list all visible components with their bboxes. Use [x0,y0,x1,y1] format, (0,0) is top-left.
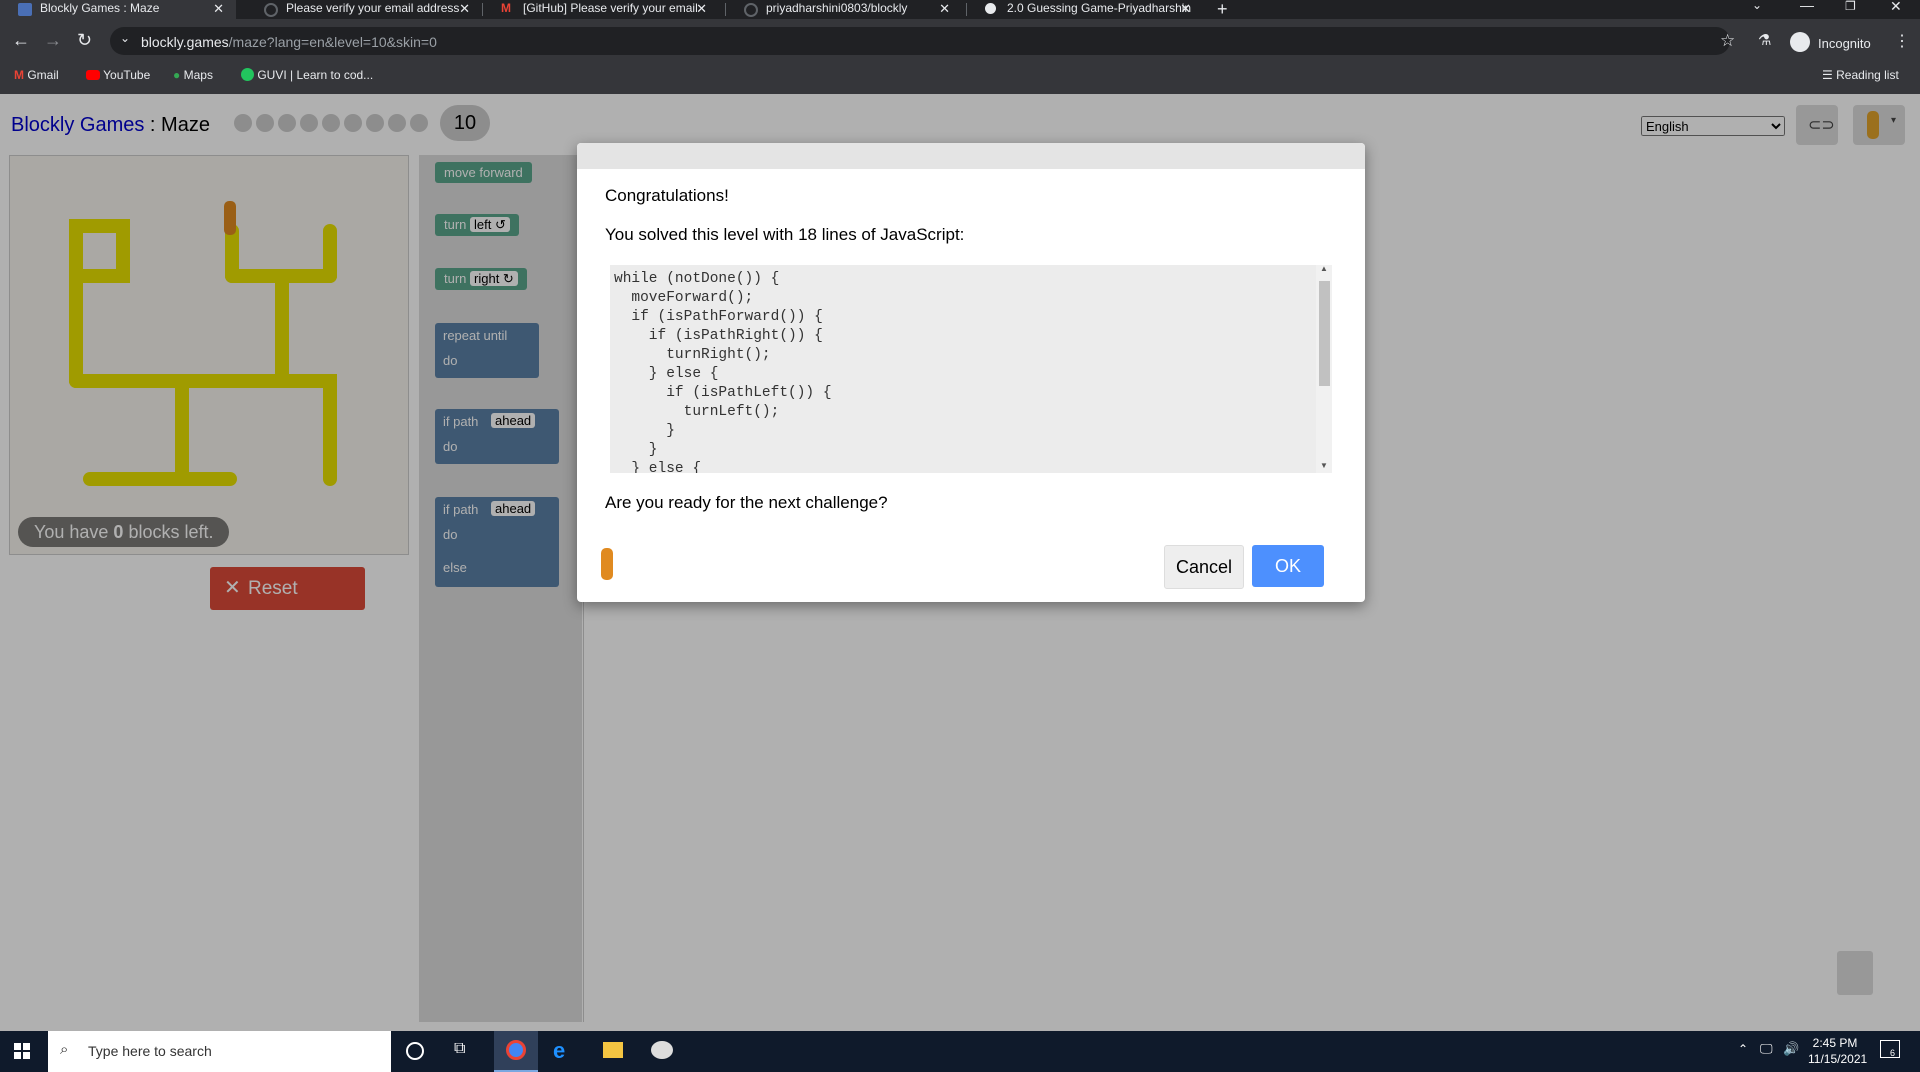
bookmark-guvi[interactable]: GUVI | Learn to cod... [241,68,373,82]
code-text: while (notDone()) { moveForward(); if (i… [614,270,832,473]
tab-github-repo[interactable]: priyadharshini0803/blockly ✕ [726,0,962,19]
forward-arrow-icon[interactable]: → [44,30,62,51]
github-favicon-icon [985,3,996,14]
tab-verify-email[interactable]: Please verify your email address ✕ [246,0,482,19]
code-line: turnLeft(); [614,404,780,420]
cortana-icon[interactable] [406,1042,424,1060]
close-tab-icon[interactable]: ✕ [696,0,707,17]
tab-github-verify[interactable]: M [GitHub] Please verify your email ✕ [483,0,719,19]
search-placeholder: Type here to search [88,1043,212,1059]
ok-button[interactable]: OK [1252,545,1324,587]
tab-title: Please verify your email address [286,1,460,15]
windows-start-icon[interactable] [14,1043,30,1059]
task-view-icon[interactable]: ⧉ [454,1040,465,1058]
code-line: if (isPathLeft()) { [614,385,832,401]
bookmark-youtube[interactable]: YouTube [86,68,150,82]
code-line: if (isPathRight()) { [614,328,823,344]
reading-list-icon: ☰ [1822,68,1833,82]
show-hidden-icons-chevron-icon[interactable]: ⌃ [1738,1042,1748,1056]
pegman-icon [601,548,613,580]
code-line: } [614,442,658,458]
scroll-up-arrow-icon[interactable]: ▲ [1320,265,1328,273]
url-host: blockly.games [141,34,229,50]
dialog-header [577,143,1365,169]
tab-blockly[interactable]: Blockly Games : Maze ✕ [0,0,236,19]
blockly-favicon-icon [18,3,32,16]
bookmark-label: YouTube [103,68,151,82]
code-scrollbar[interactable]: ▲ ▼ [1316,265,1332,473]
congrats-text: Congratulations! [605,186,729,205]
tab-guessing-game[interactable]: 2.0 Guessing Game-Priyadharshin ✕ [967,0,1203,19]
close-tab-icon[interactable]: ✕ [939,0,950,17]
close-tab-icon[interactable]: ✕ [1180,0,1191,17]
close-tab-icon[interactable]: ✕ [459,0,470,17]
loading-favicon-icon [744,3,758,17]
back-arrow-icon[interactable]: ← [12,30,30,51]
solved-summary-text: You solved this level with 18 lines of J… [605,225,965,244]
tab-title: Blockly Games : Maze [40,1,160,15]
url-path: /maze?lang=en&level=10&skin=0 [228,34,437,50]
new-tab-plus-icon[interactable]: + [1217,0,1228,20]
reading-list-button[interactable]: ☰ Reading list [1822,68,1899,82]
code-line: moveForward(); [614,290,754,306]
code-line: turnRight(); [614,347,771,363]
youtube-icon [86,70,100,80]
app-icon[interactable] [651,1041,673,1059]
bookmark-gmail[interactable]: M Gmail [14,68,59,82]
cancel-button[interactable]: Cancel [1164,545,1244,589]
code-line: while (notDone()) { [614,271,780,287]
clock-date: 11/15/2021 [1808,1052,1868,1066]
gmail-icon: M [14,68,24,82]
clock[interactable]: 2:45 PM 11/15/2021 [1808,1035,1868,1067]
close-tab-icon[interactable]: ✕ [213,0,224,17]
code-lines: while (notDone()) { moveForward(); if (i… [614,270,832,473]
notification-count: 6 [1890,1048,1896,1058]
gmail-favicon-icon: M [501,1,511,15]
bookmark-maps[interactable]: ● Maps [173,68,213,82]
edge-icon[interactable]: e [553,1038,565,1064]
tab-search-chevron-icon[interactable]: ⌄ [1752,0,1762,12]
bookmark-label: GUVI | Learn to cod... [257,68,374,82]
bookmark-label: Maps [183,68,213,82]
incognito-label[interactable]: Incognito [1818,36,1871,51]
search-icon: ⌕ [60,1041,69,1058]
labs-flask-icon[interactable]: ⚗ [1758,31,1771,49]
tab-title: 2.0 Guessing Game-Priyadharshin [1007,1,1192,15]
code-line: } else { [614,366,719,382]
taskbar-search-box[interactable]: ⌕ Type here to search [48,1031,391,1072]
minimize-icon[interactable]: — [1800,0,1814,13]
bookmark-label: Gmail [27,68,59,82]
next-challenge-question: Are you ready for the next challenge? [605,493,888,512]
tab-title: [GitHub] Please verify your email [523,1,698,15]
notifications-icon[interactable]: 6 [1880,1040,1900,1058]
taskbar-chrome[interactable] [494,1031,538,1072]
reload-icon[interactable]: ↻ [77,30,92,51]
incognito-avatar-icon[interactable] [1790,32,1810,52]
url-text[interactable]: blockly.games/maze?lang=en&level=10&skin… [141,34,437,50]
menu-kebab-icon[interactable]: ⋮ [1894,31,1910,51]
close-window-icon[interactable]: ✕ [1890,0,1902,15]
loading-favicon-icon [264,3,278,17]
volume-icon[interactable]: 🔊 [1783,1041,1799,1057]
reading-list-label: Reading list [1836,68,1899,82]
code-line: } [614,423,675,439]
maps-pin-icon: ● [173,68,181,82]
guvi-icon [241,68,254,81]
site-info-chevron-icon[interactable]: ⌄ [120,31,130,45]
code-line: if (isPathForward()) { [614,309,823,325]
bookmark-star-icon[interactable]: ☆ [1720,31,1735,51]
scroll-down-arrow-icon[interactable]: ▼ [1320,461,1328,470]
tab-title: priyadharshini0803/blockly [766,1,908,15]
code-line: } else { [614,461,702,473]
code-listing: while (notDone()) { moveForward(); if (i… [610,265,1332,473]
clock-time: 2:45 PM [1812,1036,1858,1050]
restore-icon[interactable]: ❐ [1845,0,1856,13]
network-icon[interactable]: 🖵 [1760,1041,1773,1057]
chrome-icon [506,1040,526,1060]
scrollbar-thumb[interactable] [1319,281,1330,386]
file-explorer-icon[interactable] [603,1042,623,1058]
congratulations-dialog: Congratulations! You solved this level w… [577,143,1365,602]
